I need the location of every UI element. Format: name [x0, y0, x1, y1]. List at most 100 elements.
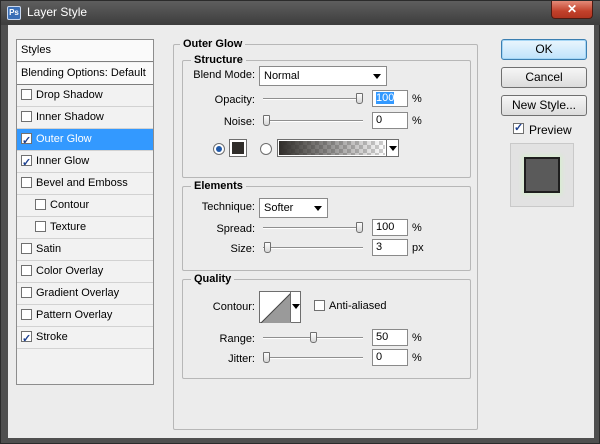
- window-title: Layer Style: [27, 5, 88, 19]
- style-item-label: Gradient Overlay: [36, 287, 120, 299]
- cancel-button[interactable]: Cancel: [501, 67, 587, 88]
- size-input[interactable]: 3: [372, 239, 408, 256]
- ok-button[interactable]: OK: [501, 39, 587, 60]
- spread-input[interactable]: 100: [372, 219, 408, 236]
- anti-aliased-label: Anti-aliased: [329, 300, 387, 312]
- technique-select[interactable]: Softer: [259, 198, 328, 218]
- outer-glow-group: Outer Glow Structure Blend Mode: Normal …: [173, 38, 478, 430]
- style-item-checkbox[interactable]: [35, 221, 46, 232]
- new-style-button[interactable]: New Style...: [501, 95, 587, 116]
- style-item-checkbox[interactable]: [21, 329, 32, 350]
- style-item-checkbox[interactable]: [35, 199, 46, 210]
- style-item-checkbox[interactable]: [21, 89, 32, 100]
- style-item-label: Texture: [50, 221, 87, 233]
- range-slider-thumb[interactable]: [310, 332, 317, 343]
- range-input[interactable]: 50: [372, 329, 408, 346]
- structure-legend: Structure: [191, 54, 246, 66]
- chevron-down-icon[interactable]: [290, 292, 300, 322]
- style-item-checkbox[interactable]: [21, 265, 32, 276]
- style-item-label: Contour: [50, 199, 90, 211]
- jitter-slider-thumb[interactable]: [263, 352, 270, 363]
- style-item-checkbox[interactable]: [21, 111, 32, 122]
- gradient-radio[interactable]: [260, 143, 272, 155]
- opacity-slider-thumb[interactable]: [356, 93, 363, 104]
- range-slider[interactable]: [263, 332, 363, 344]
- blend-mode-value: Normal: [264, 70, 300, 82]
- spread-label: Spread:: [216, 223, 255, 235]
- style-item-stroke[interactable]: Stroke: [17, 327, 153, 350]
- opacity-label: Opacity:: [214, 94, 255, 106]
- noise-label: Noise:: [223, 116, 255, 128]
- outer-glow-title: Outer Glow: [180, 38, 246, 50]
- technique-value: Softer: [264, 202, 294, 214]
- style-item-checkbox[interactable]: [21, 177, 32, 188]
- technique-label: Technique:: [201, 201, 255, 213]
- glow-gradient-picker[interactable]: [277, 139, 399, 157]
- elements-group: Elements Technique: Softer Spread: 100 %…: [182, 180, 471, 271]
- structure-group: Structure Blend Mode: Normal Opacity: 10…: [182, 54, 471, 178]
- range-unit: %: [412, 332, 422, 344]
- style-item-label: Bevel and Emboss: [36, 177, 128, 189]
- noise-unit: %: [412, 115, 422, 127]
- contour-label: Contour:: [212, 301, 255, 313]
- style-item-label: Satin: [36, 243, 62, 255]
- opacity-input[interactable]: 100: [372, 90, 408, 107]
- size-label: Size:: [230, 243, 255, 255]
- style-item-contour[interactable]: Contour: [17, 195, 153, 217]
- quality-legend: Quality: [191, 273, 235, 285]
- size-slider-thumb[interactable]: [264, 242, 271, 253]
- preview-checkbox[interactable]: [513, 121, 524, 134]
- solid-color-radio[interactable]: [213, 143, 225, 155]
- title-bar[interactable]: Ps Layer Style ✕: [1, 1, 600, 25]
- photoshop-app-icon: Ps: [7, 6, 21, 20]
- spread-slider[interactable]: [263, 222, 363, 234]
- noise-slider[interactable]: [263, 115, 363, 127]
- style-item-inner-shadow[interactable]: Inner Shadow: [17, 107, 153, 129]
- blend-mode-label: Blend Mode:: [193, 69, 255, 81]
- size-slider[interactable]: [263, 242, 363, 254]
- style-item-pattern-overlay[interactable]: Pattern Overlay: [17, 305, 153, 327]
- blend-mode-select[interactable]: Normal: [259, 66, 387, 86]
- style-item-texture[interactable]: Texture: [17, 217, 153, 239]
- style-item-satin[interactable]: Satin: [17, 239, 153, 261]
- size-unit: px: [412, 242, 424, 254]
- close-button[interactable]: ✕: [551, 1, 593, 19]
- style-item-label: Inner Shadow: [36, 111, 104, 123]
- style-item-label: Pattern Overlay: [36, 309, 113, 321]
- style-item-gradient-overlay[interactable]: Gradient Overlay: [17, 283, 153, 305]
- style-item-drop-shadow[interactable]: Drop Shadow: [17, 85, 153, 107]
- opacity-unit: %: [412, 93, 422, 105]
- chevron-down-icon[interactable]: [386, 140, 398, 156]
- styles-list-header: Styles: [17, 40, 153, 62]
- opacity-slider[interactable]: [263, 93, 363, 105]
- style-item-checkbox[interactable]: [21, 309, 32, 320]
- chevron-down-icon: [314, 206, 322, 211]
- jitter-input[interactable]: 0: [372, 349, 408, 366]
- gradient-preview: [279, 141, 385, 155]
- glow-color-swatch[interactable]: [229, 139, 247, 157]
- style-item-blending-options-default[interactable]: Blending Options: Default: [17, 63, 153, 85]
- style-item-checkbox[interactable]: [21, 153, 32, 174]
- spread-slider-thumb[interactable]: [356, 222, 363, 233]
- layer-style-window: Ps Layer Style ✕ Styles Blending Options…: [0, 0, 600, 444]
- jitter-slider[interactable]: [263, 352, 363, 364]
- noise-input[interactable]: 0: [372, 112, 408, 129]
- elements-legend: Elements: [191, 180, 246, 192]
- style-item-color-overlay[interactable]: Color Overlay: [17, 261, 153, 283]
- preview-swatch: [524, 157, 560, 193]
- style-item-label: Outer Glow: [36, 133, 92, 145]
- style-item-checkbox[interactable]: [21, 243, 32, 254]
- preview-label: Preview: [529, 123, 572, 137]
- contour-picker[interactable]: [259, 291, 301, 323]
- noise-slider-thumb[interactable]: [263, 115, 270, 126]
- style-item-label: Drop Shadow: [36, 89, 103, 101]
- style-item-inner-glow[interactable]: Inner Glow: [17, 151, 153, 174]
- style-item-checkbox[interactable]: [21, 131, 32, 152]
- style-item-outer-glow[interactable]: Outer Glow: [17, 129, 153, 152]
- anti-aliased-checkbox[interactable]: [314, 300, 325, 311]
- style-item-label: Stroke: [36, 331, 68, 343]
- style-item-checkbox[interactable]: [21, 287, 32, 298]
- chevron-down-icon: [373, 74, 381, 79]
- dialog-body: Styles Blending Options: Default Drop Sha…: [8, 25, 594, 438]
- style-item-bevel-and-emboss[interactable]: Bevel and Emboss: [17, 173, 153, 195]
